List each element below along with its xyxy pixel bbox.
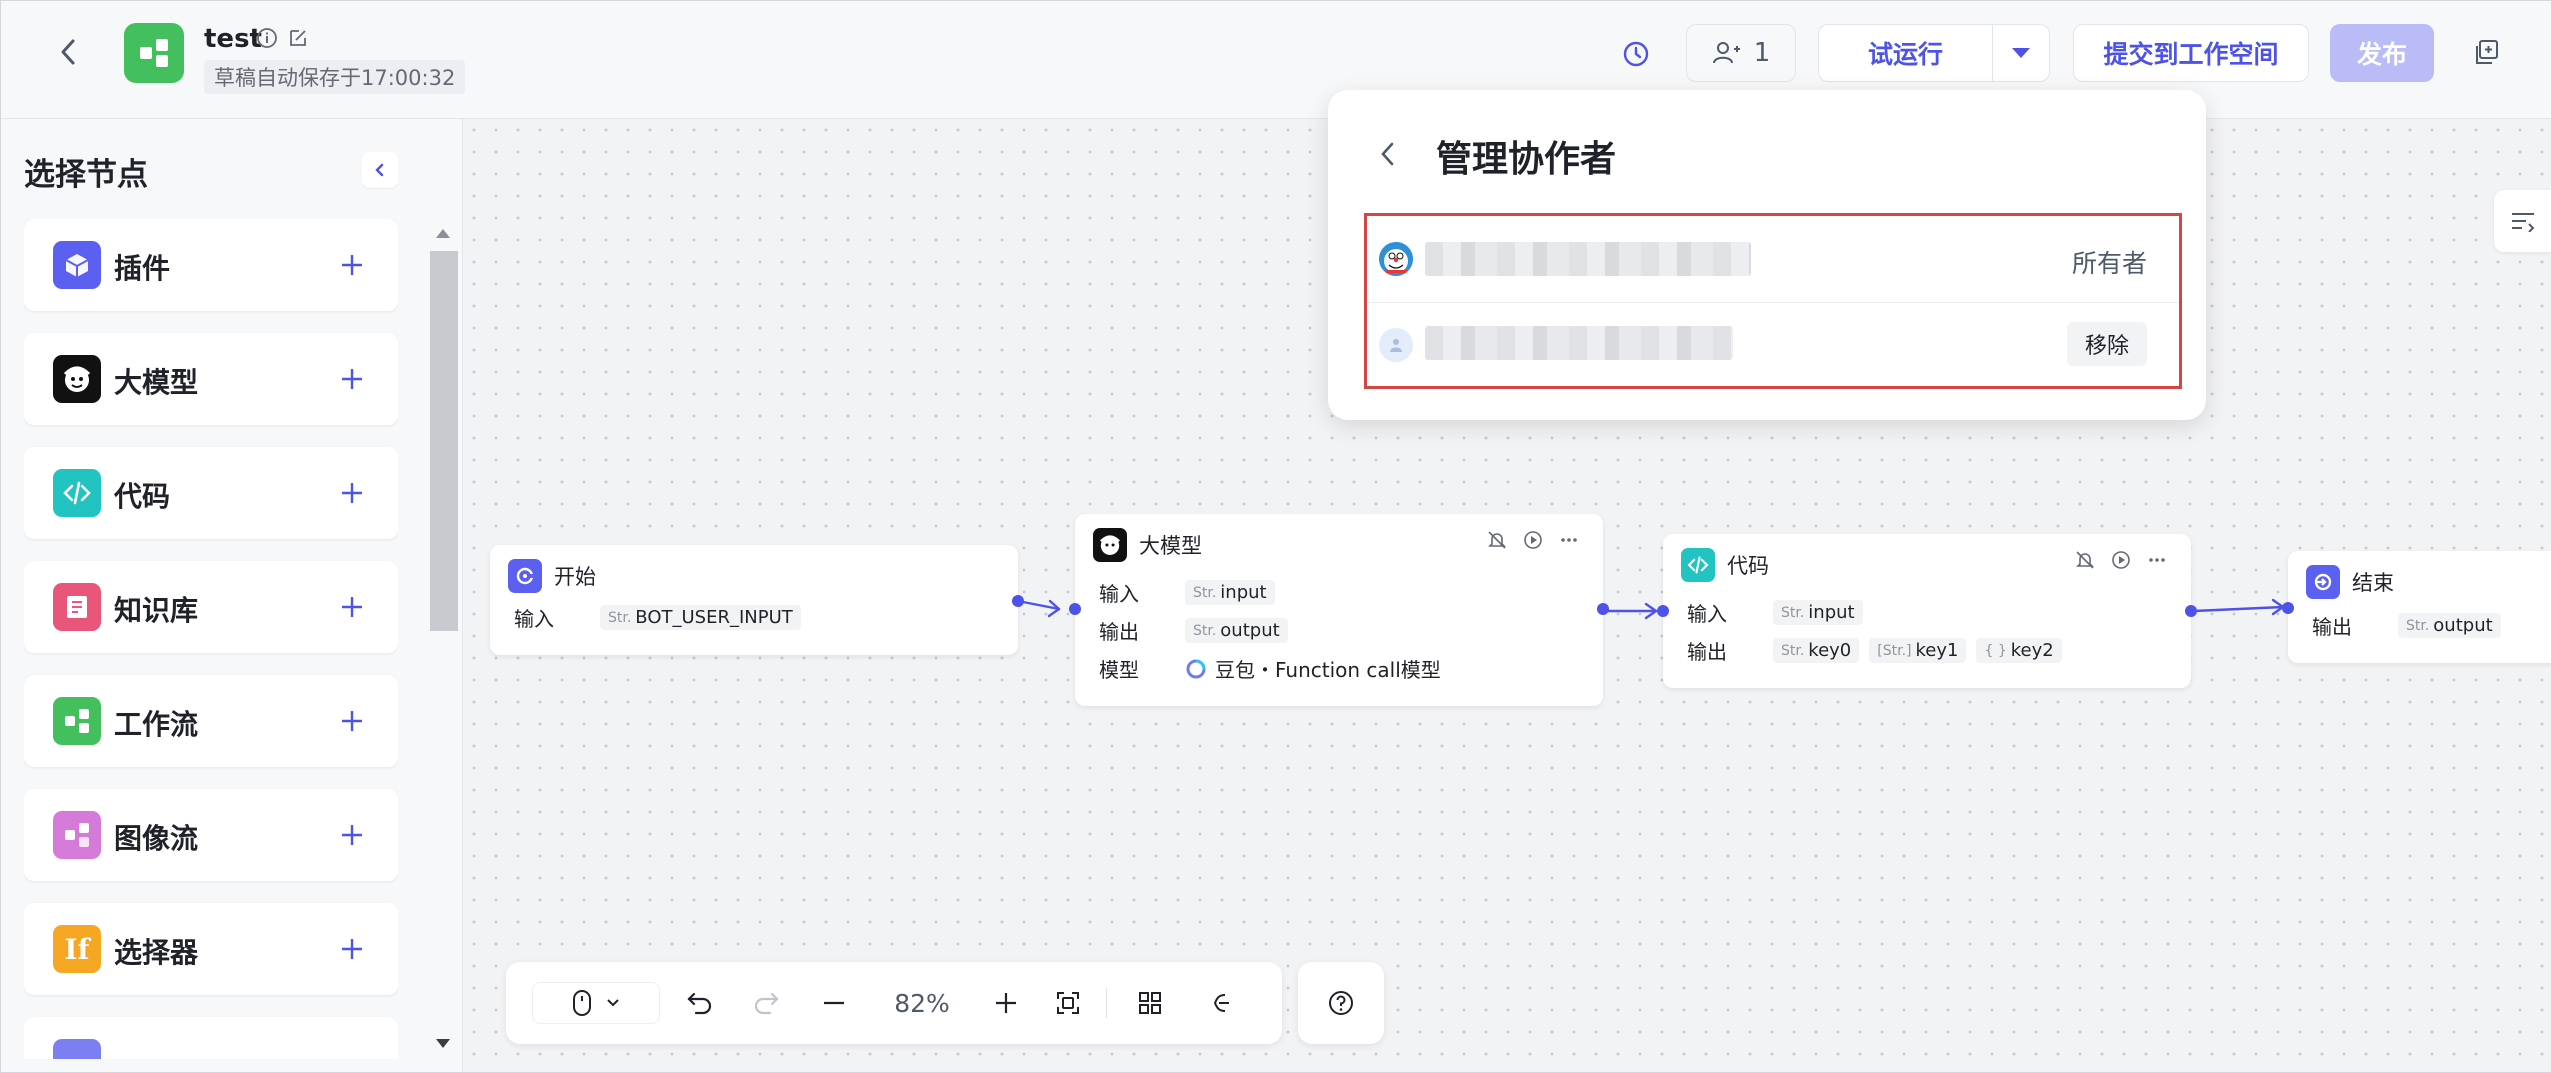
output-label: 输出 [1099, 620, 1139, 644]
minus-icon [824, 1001, 844, 1005]
output-port[interactable] [2185, 605, 2197, 617]
layout-button[interactable] [1128, 982, 1172, 1024]
input-label: 输入 [1687, 602, 1727, 626]
chevron-down-icon [607, 999, 619, 1007]
node-title: 结束 [2352, 571, 2394, 595]
code-node[interactable]: 代码 输入 Str. input 输出 Str. key0 [Str.] key1 {… [1657, 534, 2197, 688]
user-icon [1390, 339, 1402, 352]
start-icon [508, 559, 542, 593]
bell-off-icon[interactable] [1487, 530, 1507, 550]
bell-off-icon[interactable] [2075, 550, 2095, 570]
fit-view-icon [1057, 992, 1079, 1014]
param-tag: Str. BOT_USER_INPUT [600, 605, 801, 630]
node-input-row: 输入 Str. input [1687, 598, 1863, 627]
node-title: 开始 [554, 565, 596, 589]
collaborator-name-redacted [1425, 326, 1733, 360]
branch-icon [1213, 994, 1229, 1012]
zoom-level[interactable]: 82% [872, 982, 972, 1024]
zoom-out-button[interactable] [812, 982, 856, 1024]
more-icon[interactable] [2147, 550, 2167, 570]
owner-role-label: 所有者 [2071, 249, 2147, 278]
help-icon [1329, 991, 1353, 1015]
canvas-toolbar: 82% [506, 962, 1282, 1044]
end-icon [2306, 565, 2340, 599]
avatar [1379, 328, 1413, 362]
end-node[interactable]: 结束 输出 Str. output [2282, 551, 2552, 663]
remove-collaborator-button[interactable]: 移除 [2067, 322, 2147, 366]
start-node[interactable]: 开始 输入 Str. BOT_USER_INPUT [490, 545, 1024, 655]
popup-back-button[interactable] [1368, 134, 1408, 174]
avatar [1379, 242, 1413, 276]
collaborator-row-owner: 所有者 [1367, 216, 2179, 303]
output-port[interactable] [1597, 603, 1609, 615]
input-label: 输入 [514, 607, 554, 631]
popup-title: 管理协作者 [1436, 139, 1617, 180]
param-tag: Str. output [1185, 618, 1288, 643]
param-tag: { } key2 [1976, 638, 2062, 663]
undo-button[interactable] [678, 982, 722, 1024]
collaborator-name-redacted [1425, 242, 1751, 276]
collaborator-row-member: 移除 [1367, 302, 2179, 388]
llm-icon [1093, 528, 1127, 562]
manage-collaborators-popup: 管理协作者 所有者 移除 [1328, 90, 2206, 420]
play-icon[interactable] [2111, 550, 2131, 570]
redo-icon [754, 992, 779, 1015]
undo-icon [687, 992, 712, 1015]
node-output-row: 输出 Str. output [2312, 611, 2501, 640]
param-tag: Str. output [2398, 613, 2501, 638]
toolbar-divider [1106, 988, 1107, 1018]
grid-icon [1139, 992, 1161, 1014]
code-icon [1681, 548, 1715, 582]
llm-node[interactable]: 大模型 输入 Str. input 输出 Str. output 模型 豆包・Fun… [1069, 514, 1609, 706]
node-output-row: 输出 Str. output [1099, 616, 1288, 645]
node-output-row: 输出 Str. key0 [Str.] key1 { } key2 [1687, 636, 2062, 665]
fit-view-button[interactable] [1046, 982, 1090, 1024]
plus-icon [996, 993, 1016, 1013]
param-tag: Str. input [1773, 600, 1863, 625]
zoom-in-button[interactable] [984, 982, 1028, 1024]
help-button[interactable] [1298, 962, 1384, 1044]
model-value: 豆包・Function call模型 [1185, 654, 1441, 683]
node-input-row: 输入 Str. input [1099, 578, 1275, 607]
input-port[interactable] [1657, 605, 1669, 617]
more-icon[interactable] [1559, 530, 1579, 550]
node-input-row: 输入 Str. BOT_USER_INPUT [514, 603, 801, 632]
output-port[interactable] [1012, 595, 1024, 607]
redo-button[interactable] [744, 982, 788, 1024]
collaborator-list: 所有者 移除 [1364, 213, 2182, 389]
interaction-mode-selector[interactable] [532, 982, 660, 1024]
model-label: 模型 [1099, 658, 1139, 682]
chevron-left-icon [1381, 142, 1394, 166]
output-label: 输出 [1687, 640, 1727, 664]
node-title: 代码 [1727, 554, 1769, 578]
input-port[interactable] [2282, 602, 2294, 614]
param-tag: Str. input [1185, 580, 1275, 605]
output-label: 输出 [2312, 615, 2352, 639]
param-tag: [Str.] key1 [1869, 638, 1967, 663]
node-toolbar [1487, 530, 1579, 550]
node-toolbar [2075, 550, 2167, 570]
connector-style-button[interactable] [1196, 982, 1240, 1024]
doubao-icon [1186, 659, 1206, 678]
list-icon [2512, 213, 2535, 232]
node-model-row: 模型 豆包・Function call模型 [1099, 654, 1441, 683]
node-panel-toggle[interactable] [2494, 190, 2552, 252]
mouse-icon [573, 990, 591, 1016]
param-tag: Str. key0 [1773, 638, 1860, 663]
input-port[interactable] [1069, 603, 1081, 615]
play-icon[interactable] [1523, 530, 1543, 550]
input-label: 输入 [1099, 582, 1139, 606]
node-title: 大模型 [1139, 534, 1202, 558]
